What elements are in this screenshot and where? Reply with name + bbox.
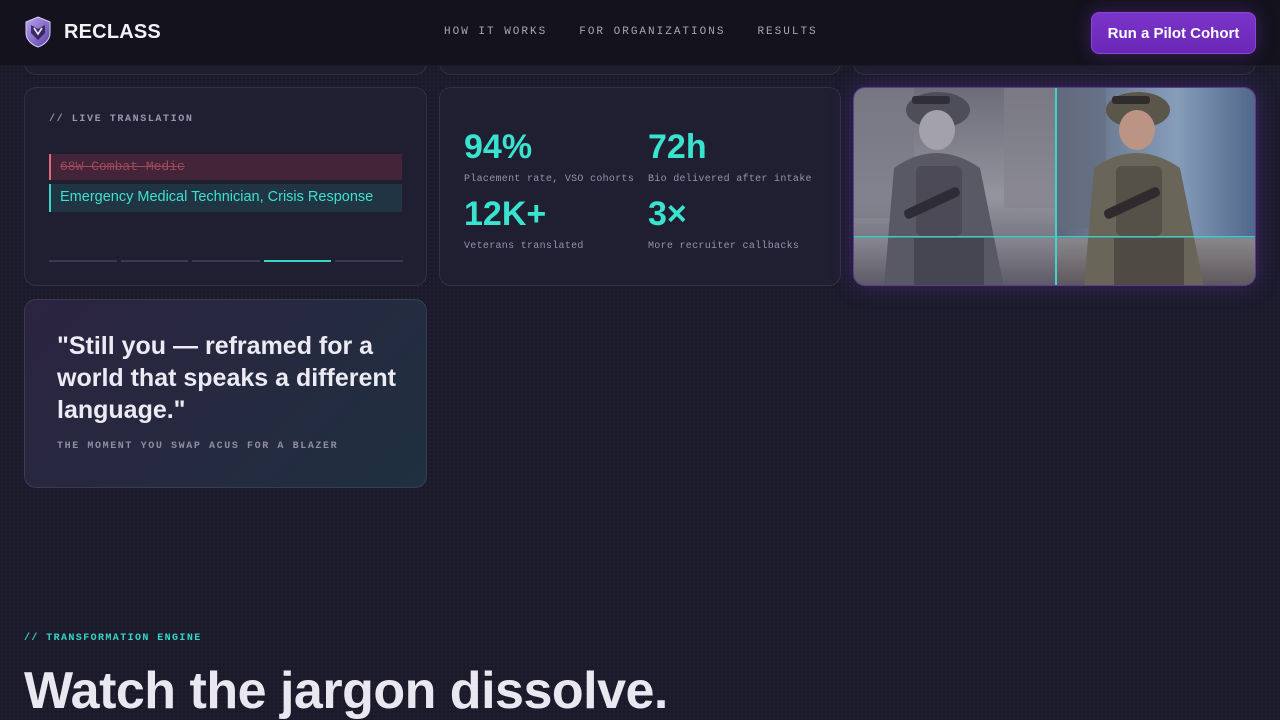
stat-label: Veterans translated	[464, 241, 584, 252]
brand-name: RECLASS	[64, 20, 161, 43]
nav-link-how-it-works[interactable]: HOW IT WORKS	[444, 26, 547, 38]
progress-step	[192, 260, 260, 262]
shield-logo-icon	[25, 16, 51, 48]
translation-progress-indicator	[49, 260, 403, 262]
stat-label: More recruiter callbacks	[648, 241, 800, 252]
live-translation-card: // LIVE TRANSLATION 68W Combat Medic Eme…	[24, 87, 427, 286]
stats-card: 94% Placement rate, VSO cohorts 72h Bio …	[439, 87, 841, 286]
stat-bio-delivery: 72h Bio delivered after intake	[648, 130, 812, 185]
stat-placement-rate: 94% Placement rate, VSO cohorts	[464, 130, 634, 185]
stat-value: 72h	[648, 128, 707, 166]
quote-card: "Still you — reframed for a world that s…	[24, 299, 427, 488]
live-translation-label: // LIVE TRANSLATION	[49, 114, 194, 125]
nav-link-for-organizations[interactable]: FOR ORGANIZATIONS	[579, 26, 725, 38]
top-navigation-bar: RECLASS HOW IT WORKS FOR ORGANIZATIONS R…	[0, 0, 1280, 66]
brand-logo-link[interactable]: RECLASS	[24, 16, 161, 48]
stat-value: 12K+	[464, 195, 547, 233]
translated-civilian-title: Emergency Medical Technician, Crisis Res…	[49, 184, 402, 212]
progress-step	[335, 260, 403, 262]
section-eyebrow: // TRANSFORMATION ENGINE	[24, 633, 202, 644]
quote-text: "Still you — reframed for a world that s…	[57, 332, 396, 424]
section-title: Watch the jargon dissolve.	[24, 662, 668, 720]
stat-value: 3×	[648, 195, 687, 233]
quote-caption: THE MOMENT YOU SWAP ACUS FOR A BLAZER	[57, 441, 339, 452]
original-military-title: 68W Combat Medic	[49, 154, 402, 180]
run-pilot-cohort-button[interactable]: Run a Pilot Cohort	[1091, 12, 1256, 54]
stat-recruiter-callbacks: 3× More recruiter callbacks	[648, 197, 799, 252]
nav-link-results[interactable]: RESULTS	[757, 26, 817, 38]
stat-value: 94%	[464, 128, 533, 166]
soldier-before-after-image	[853, 87, 1256, 286]
progress-step	[120, 260, 188, 262]
main-nav: HOW IT WORKS FOR ORGANIZATIONS RESULTS	[444, 26, 818, 38]
stat-label: Placement rate, VSO cohorts	[464, 174, 635, 185]
progress-step	[49, 260, 117, 262]
progress-step-active	[263, 260, 331, 262]
stat-veterans-translated: 12K+ Veterans translated	[464, 197, 584, 252]
stat-label: Bio delivered after intake	[648, 174, 812, 185]
